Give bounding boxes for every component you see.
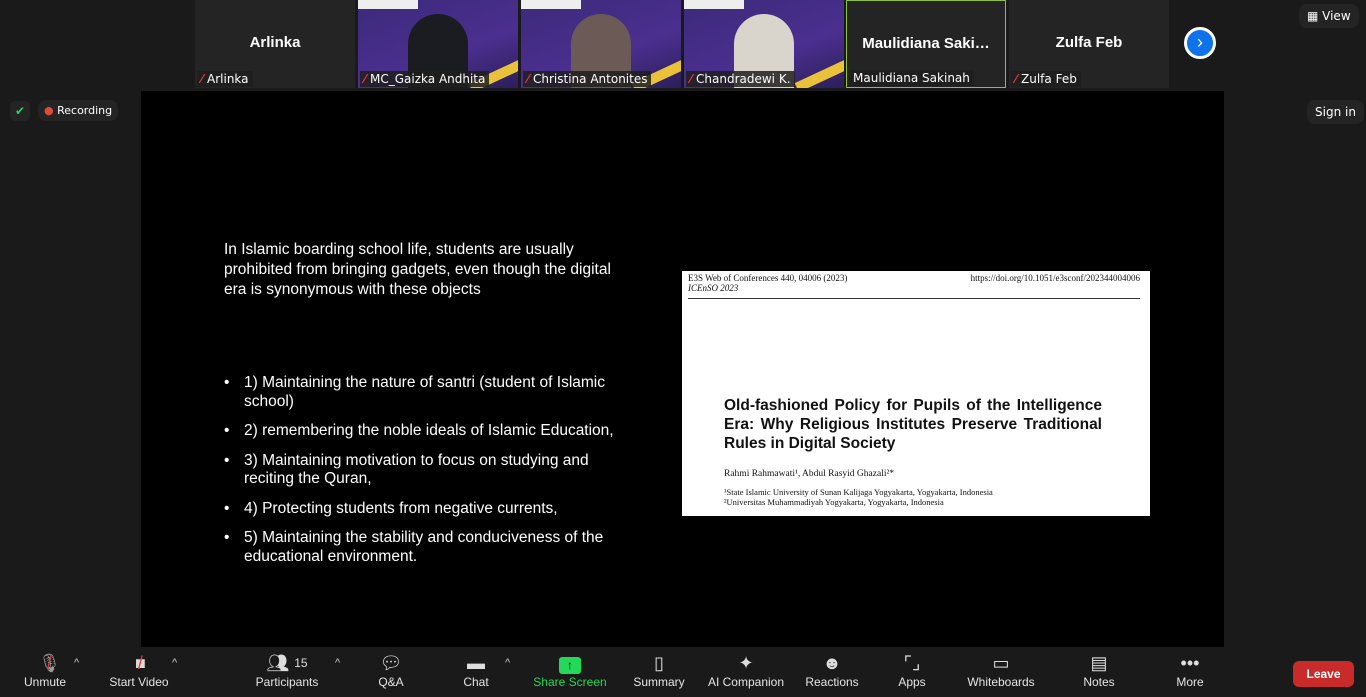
whiteboards-button[interactable]: ▭ Whiteboards — [964, 651, 1038, 689]
participant-name-label: ⁄ Chandradewi K. — [686, 71, 795, 87]
sign-in-button[interactable]: Sign in — [1307, 100, 1364, 124]
participant-tile[interactable]: ⁄ Chandradewi K. — [684, 0, 844, 88]
chat-icon: ▬ — [467, 653, 485, 673]
summary-button[interactable]: ▯ Summary — [630, 651, 688, 689]
reactions-button[interactable]: ☻ Reactions — [804, 651, 860, 689]
ai-companion-button[interactable]: ✦ AI Companion — [704, 651, 788, 689]
affiliation-2: ²Universitas Muhammadiyah Yogyakarta, Yo… — [724, 497, 944, 507]
muted-mic-icon: 🎙︎/ — [38, 653, 61, 673]
bullet-item: 2) remembering the noble ideals of Islam… — [224, 422, 614, 441]
participant-name-label: ⁄ MC_Gaizka Andhita — [360, 71, 490, 87]
leave-button[interactable]: Leave — [1293, 661, 1354, 687]
qa-icon: 💬︎ — [379, 653, 403, 673]
participant-tile[interactable]: ⁄ Christina Antonites — [521, 0, 681, 88]
participant-name-label: Maulidiana Sakinah — [849, 70, 974, 86]
record-icon: ● — [44, 104, 58, 117]
chat-button[interactable]: ▬ Chat — [458, 651, 494, 689]
participant-tile[interactable]: Arlinka ⁄ Arlinka — [195, 0, 355, 88]
decor-stripe — [794, 57, 844, 88]
share-arrow-icon: ↑ — [559, 657, 581, 674]
shared-screen: In Islamic boarding school life, student… — [141, 91, 1224, 647]
smiley-plus-icon: ☻ — [822, 653, 842, 673]
recording-indicator[interactable]: ● Recording — [38, 100, 119, 121]
participant-display-name: Maulidiana Saki… — [862, 35, 990, 52]
video-options-caret[interactable]: ^ — [172, 657, 177, 669]
slide-bullets: 1) Maintaining the nature of santri (stu… — [224, 374, 614, 577]
muted-mic-icon: ⁄ — [1015, 72, 1018, 86]
participant-name-label: ⁄ Zulfa Feb — [1011, 71, 1081, 87]
security-shield-icon[interactable]: ✔ — [10, 101, 30, 121]
video-off-icon: ■/ — [135, 653, 146, 673]
participant-tile[interactable]: ⁄ MC_Gaizka Andhita — [358, 0, 518, 88]
bullet-item: 3) Maintaining motivation to focus on st… — [224, 452, 614, 489]
view-button[interactable]: ▦ View — [1299, 4, 1359, 28]
participant-name-label: ⁄ Christina Antonites — [523, 71, 652, 87]
muted-mic-icon: ⁄ — [527, 72, 530, 86]
affiliation-1: ¹State Islamic University of Sunan Kalij… — [724, 487, 993, 497]
participant-name-label: ⁄ Arlinka — [197, 71, 253, 87]
event-banner — [521, 0, 581, 9]
more-dots-icon: ••• — [1180, 653, 1200, 673]
paper-title: Old-fashioned Policy for Pupils of the I… — [724, 397, 1102, 452]
next-page-button[interactable]: › — [1184, 27, 1216, 59]
muted-mic-icon: ⁄ — [364, 72, 367, 86]
journal-line: E3S Web of Conferences 440, 04006 (2023) — [688, 273, 848, 283]
unmute-button[interactable]: 🎙︎/Unmute — [22, 651, 68, 689]
more-button[interactable]: ••• More — [1172, 651, 1208, 689]
event-banner — [684, 0, 744, 9]
bullet-item: 5) Maintaining the stability and conduci… — [224, 529, 614, 566]
summary-icon: ▯ — [654, 653, 664, 673]
notes-icon: ▤ — [1090, 653, 1108, 673]
share-screen-button[interactable]: ↑ Share Screen — [532, 651, 608, 689]
bullet-item: 1) Maintaining the nature of santri (stu… — [224, 374, 614, 411]
notes-button[interactable]: ▤ Notes — [1080, 651, 1118, 689]
grid-icon: ▦ — [1307, 9, 1323, 23]
doi: https://doi.org/10.1051/e3sconf/20234400… — [970, 273, 1140, 283]
slide-intro: In Islamic boarding school life, student… — [224, 241, 611, 298]
apps-button[interactable]: ⌜⌟ Apps — [896, 651, 928, 689]
participant-tile[interactable]: Maulidiana Saki… Maulidiana Sakinah — [846, 0, 1006, 88]
conference: ICEnSO 2023 — [688, 283, 739, 293]
muted-mic-icon: ⁄ — [690, 72, 693, 86]
paper-authors: Rahmi Rahmawati¹, Abdul Rasyid Ghazali²* — [724, 469, 895, 479]
paper-screenshot: E3S Web of Conferences 440, 04006 (2023)… — [682, 271, 1150, 516]
participants-button[interactable]: 👥︎ 15 Participants — [252, 651, 322, 689]
muted-mic-icon: ⁄ — [201, 72, 204, 86]
bullet-item: 4) Protecting students from negative cur… — [224, 500, 614, 519]
participants-caret[interactable]: ^ — [335, 657, 340, 669]
participants-icon: 👥︎ — [266, 653, 290, 673]
participant-display-name: Zulfa Feb — [1055, 34, 1123, 51]
qa-button[interactable]: 💬︎ Q&A — [371, 651, 411, 689]
participant-display-name: Arlinka — [249, 34, 301, 51]
apps-icon: ⌜⌟ — [903, 653, 921, 673]
participant-tile[interactable]: Zulfa Feb ⁄ Zulfa Feb — [1009, 0, 1169, 88]
chat-caret[interactable]: ^ — [505, 657, 510, 669]
event-banner — [358, 0, 418, 9]
meeting-toolbar: 🎙︎/Unmute ^ ■/Start Video ^ 👥︎ 15 Partici… — [0, 647, 1366, 697]
start-video-button[interactable]: ■/Start Video — [106, 651, 172, 689]
audio-options-caret[interactable]: ^ — [74, 657, 79, 669]
sparkle-icon: ✦ — [738, 653, 754, 673]
whiteboard-icon: ▭ — [992, 653, 1010, 673]
